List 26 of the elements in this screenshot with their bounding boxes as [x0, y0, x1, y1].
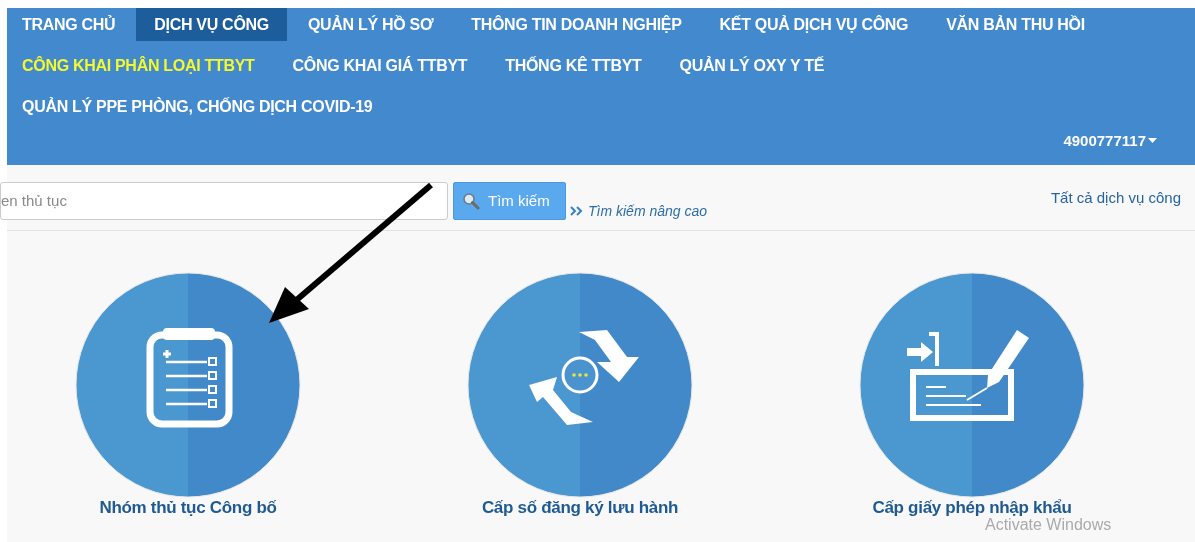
- document-pen-icon: [859, 272, 1085, 498]
- advanced-search-link[interactable]: Tìm kiếm nâng cao: [570, 202, 708, 219]
- service-link[interactable]: Nhóm thủ tục Công bố: [75, 272, 301, 518]
- nav-link[interactable]: THÔNG TIN DOANH NGHIỆP: [454, 8, 699, 41]
- caret-icon: [1148, 138, 1157, 143]
- search-icon: [462, 191, 480, 210]
- nav-link[interactable]: CÔNG KHAI GIÁ TTBYT: [275, 49, 485, 82]
- nav-link[interactable]: QUẢN LÝ OXY Y TẾ: [662, 49, 842, 82]
- search-field[interactable]: en thủ tục: [0, 181, 448, 220]
- nav-link[interactable]: THỐNG KÊ TTBYT: [488, 49, 659, 82]
- nav-link[interactable]: QUẢN LÝ HỒ SƠ: [290, 8, 451, 41]
- clipboard-icon: [75, 272, 301, 498]
- nav-link[interactable]: QUẢN LÝ PPE PHÒNG, CHỐNG DỊCH COVID-19: [22, 90, 390, 123]
- nav-link[interactable]: KẾT QUẢ DỊCH VỤ CÔNG: [702, 8, 926, 41]
- double-chevron-icon: [570, 205, 583, 216]
- search-button[interactable]: Tìm kiếm: [453, 181, 566, 220]
- user-menu[interactable]: 4900777117: [1063, 132, 1157, 149]
- service-link[interactable]: Cấp giấy phép nhập khẩu: [859, 272, 1085, 518]
- nav-link[interactable]: VĂN BẢN THU HỒI: [929, 8, 1102, 41]
- nav-link[interactable]: DỊCH VỤ CÔNG: [136, 8, 287, 41]
- nav-link[interactable]: TRANG CHỦ: [22, 8, 133, 41]
- exchange-arrows-icon: [467, 272, 693, 498]
- activation-notice: Activate Windows: [985, 516, 1112, 534]
- all-services-link[interactable]: Tất cả dịch vụ công: [1050, 189, 1181, 206]
- nav-link[interactable]: CÔNG KHAI PHÂN LOẠI TTBYT: [22, 49, 272, 82]
- service-link[interactable]: Cấp số đăng ký lưu hành: [467, 272, 693, 518]
